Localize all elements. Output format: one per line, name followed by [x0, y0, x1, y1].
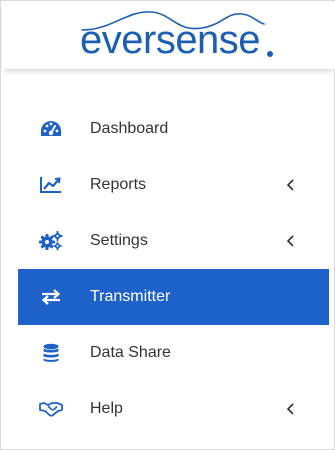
logo-dot — [267, 51, 273, 57]
sidebar-item-label: Transmitter — [90, 288, 171, 305]
dashboard-icon — [38, 119, 64, 139]
chevron-left-icon[interactable] — [284, 402, 298, 416]
database-icon — [38, 343, 64, 363]
sidebar-item-label: Settings — [90, 232, 148, 249]
sidebar-item-dashboard[interactable]: Dashboard — [2, 101, 335, 157]
sidebar-nav: Dashboard Reports Settings Transmitter D… — [2, 101, 335, 437]
sidebar-item-transmitter[interactable]: Transmitter — [18, 269, 329, 325]
sidebar-item-help[interactable]: Help — [2, 381, 335, 437]
sidebar-item-label: Help — [90, 400, 123, 417]
exchange-icon — [38, 287, 64, 307]
logo-header: eversense — [2, 2, 335, 69]
brand-logo[interactable]: eversense — [80, 18, 261, 63]
sidebar-item-label: Data Share — [90, 344, 171, 361]
cogs-icon — [38, 231, 64, 251]
chevron-left-icon[interactable] — [284, 234, 298, 248]
sidebar-item-reports[interactable]: Reports — [2, 157, 335, 213]
sidebar-item-label: Dashboard — [90, 120, 169, 137]
line-chart-icon — [38, 175, 64, 195]
sidebar-item-settings[interactable]: Settings — [2, 213, 335, 269]
sidebar-item-data-share[interactable]: Data Share — [2, 325, 335, 381]
chevron-left-icon[interactable] — [284, 178, 298, 192]
handshake-icon — [38, 399, 64, 419]
sidebar-panel: eversense Dashboard Reports Settings Tra… — [0, 0, 335, 450]
sidebar-item-label: Reports — [90, 176, 147, 193]
